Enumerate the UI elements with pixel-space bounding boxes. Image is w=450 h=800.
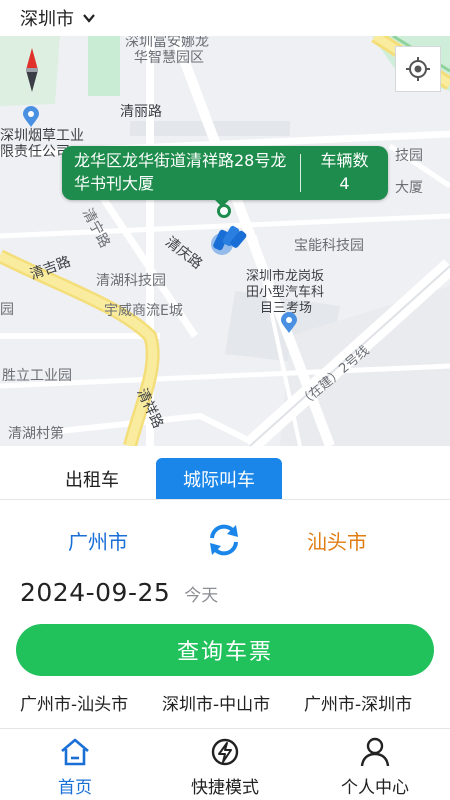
- map-label: 深圳市龙岗坂: [246, 269, 325, 284]
- nav-home[interactable]: 首页: [10, 735, 140, 798]
- city-selector[interactable]: 深圳市: [0, 0, 450, 36]
- tab-divider: [0, 499, 450, 500]
- vehicles-cluster-icon: [211, 225, 247, 255]
- locate-button[interactable]: [395, 46, 441, 92]
- map-label: 宝能科技园: [294, 238, 364, 254]
- map-label: 清湖科技园: [96, 273, 166, 289]
- user-icon: [360, 737, 390, 767]
- map-label: 田小型汽车科: [246, 285, 325, 300]
- date-relative-label: 今天: [184, 586, 219, 606]
- chevron-down-icon: [83, 14, 95, 23]
- service-tabs: 出租车 城际叫车: [0, 446, 450, 500]
- map-view[interactable]: 深圳富安娜龙 华智慧园区 清丽路 深圳烟草工业 限责任公司 技园 大厦 清宁路 …: [0, 36, 450, 446]
- swap-icon[interactable]: [206, 522, 242, 558]
- map-label: 清丽路: [120, 104, 162, 120]
- lightning-icon: [211, 738, 239, 766]
- recent-route-item[interactable]: 广州市-汕头市: [20, 690, 128, 715]
- map-label: 深圳富安娜龙: [125, 36, 209, 50]
- map-label: 胜立工业园: [2, 368, 72, 384]
- locate-icon: [406, 57, 430, 81]
- compass-icon: [26, 48, 38, 92]
- vehicle-count-value: 4: [339, 174, 350, 193]
- tab-taxi[interactable]: 出租车: [36, 458, 148, 500]
- vehicle-count-label: 车辆数: [320, 151, 369, 170]
- map-label: 技园: [395, 148, 423, 164]
- poi-pin-icon: [23, 106, 39, 127]
- home-icon: [61, 738, 89, 766]
- map-label: 园: [0, 302, 14, 318]
- nav-home-label: 首页: [58, 778, 92, 798]
- nav-profile[interactable]: 个人中心: [310, 735, 440, 798]
- nav-profile-label: 个人中心: [341, 778, 409, 798]
- route-selector: 广州市 汕头市: [0, 510, 450, 570]
- map-label: 大厦: [395, 180, 423, 196]
- recent-route-item[interactable]: 深圳市-中山市: [162, 690, 270, 715]
- query-tickets-button[interactable]: 查询车票: [16, 624, 434, 676]
- map-label: 宇威商流E城: [104, 303, 183, 319]
- location-pin-icon: [217, 204, 231, 218]
- recent-routes: 广州市-汕头市 深圳市-中山市 广州市-深圳市: [0, 688, 450, 718]
- date-selector[interactable]: 2024-09-25 今天: [20, 578, 218, 614]
- poi-pin-icon: [281, 312, 297, 333]
- map-label: 清湖村第: [8, 426, 64, 442]
- recent-route-item[interactable]: 广州市-深圳市: [304, 690, 412, 715]
- arrival-city[interactable]: 汕头市: [307, 526, 367, 555]
- map-label: 限责任公司: [0, 144, 70, 160]
- pickup-address: 龙华区龙华街道清祥路28号龙华书刊大厦: [74, 151, 287, 193]
- departure-date: 2024-09-25: [20, 578, 171, 607]
- location-info-card[interactable]: 龙华区龙华街道清祥路28号龙华书刊大厦 车辆数 4: [62, 146, 388, 200]
- departure-city[interactable]: 广州市: [68, 526, 128, 555]
- city-name: 深圳市: [20, 9, 74, 30]
- map-label: 华智慧园区: [134, 50, 204, 66]
- bottom-navigation: 首页 快捷模式 个人中心: [0, 728, 450, 800]
- vehicle-count-box: 车辆数 4: [301, 146, 388, 200]
- nav-quick-mode[interactable]: 快捷模式: [160, 735, 290, 798]
- tab-intercity[interactable]: 城际叫车: [156, 458, 282, 500]
- map-label: 深圳烟草工业: [0, 128, 84, 144]
- nav-quick-mode-label: 快捷模式: [191, 778, 259, 798]
